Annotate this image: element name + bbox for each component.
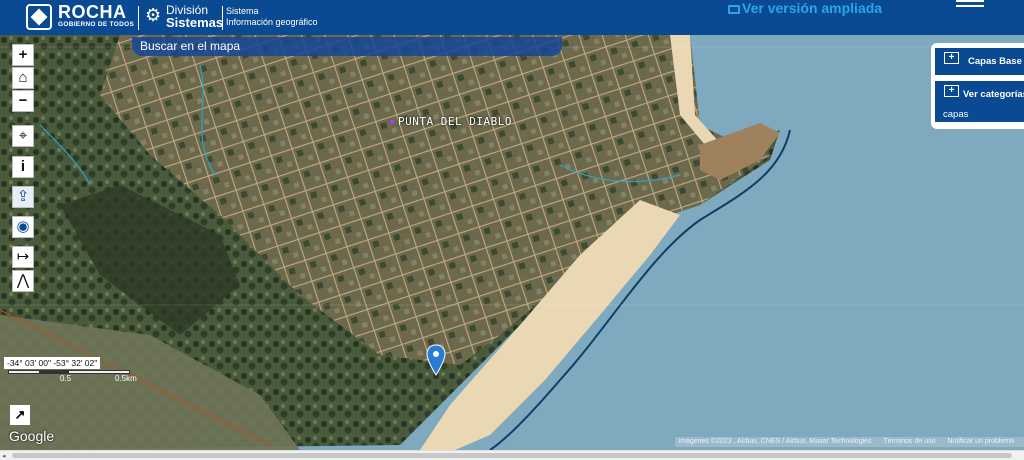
locate-icon[interactable]: ⌖ (12, 125, 34, 147)
map-attribution: Imágenes ©2023 , Airbus, CNES / Airbus, … (675, 437, 1024, 447)
layers-panel: + Capas Base + Ver categorías capas (931, 43, 1024, 129)
compass-icon[interactable]: ⋀ (12, 270, 34, 292)
division-name: Sistemas (166, 15, 224, 30)
street-view-icon[interactable]: ◉ (12, 216, 34, 238)
layer-categories-label-2: capas (943, 109, 969, 120)
brand-subtitle: GOBIERNO DE TODOS (58, 21, 135, 28)
map-search-input[interactable]: Buscar en el mapa (132, 37, 562, 56)
base-layers-button[interactable]: + Capas Base (935, 48, 1024, 75)
home-button[interactable]: ⌂ (12, 67, 34, 89)
layer-categories-button[interactable]: + Ver categorías capas (935, 81, 1024, 122)
folder-plus-icon: + (944, 52, 959, 64)
coordinates-readout: -34° 03' 00" -53° 32' 02" (4, 357, 101, 369)
terms-link[interactable]: Términos de uso (883, 438, 935, 445)
scale-label: 0.5 (60, 374, 72, 383)
satellite-imagery (0, 35, 1024, 450)
gear-icon: ⚙ (145, 5, 162, 25)
base-layers-label: Capas Base (968, 56, 1022, 67)
zoom-in-button[interactable]: + (12, 44, 34, 66)
system-label: Sistema (226, 6, 259, 16)
google-logo: Google (9, 428, 55, 444)
header-divider (138, 6, 139, 30)
info-button[interactable]: i (12, 156, 34, 178)
rocha-logo-icon (26, 4, 52, 30)
upload-icon[interactable]: ⇪ (12, 186, 34, 208)
header-divider (222, 6, 223, 30)
system-name: Información geográfico (226, 17, 318, 27)
wide-view-link[interactable]: Ver versión ampliada (728, 0, 882, 16)
location-pin-icon[interactable] (426, 344, 446, 376)
monitor-icon (728, 5, 740, 14)
imagery-credit: Imágenes ©2023 , Airbus, CNES / Airbus, … (678, 438, 872, 445)
app-header: ROCHA GOBIERNO DE TODOS ⚙ División Siste… (0, 0, 1024, 35)
place-marker-icon (390, 120, 394, 124)
place-label: PUNTA DEL DIABLO (398, 115, 512, 128)
measure-button[interactable]: ↦ (12, 246, 34, 268)
folder-plus-icon: + (944, 85, 959, 97)
scale-label: 0.5km (115, 374, 137, 383)
report-problem-link[interactable]: Notificar un problema (947, 438, 1014, 445)
wide-view-label: Ver versión ampliada (742, 0, 883, 16)
brand-title: ROCHA (58, 2, 127, 22)
scrollbar-thumb[interactable] (12, 453, 1012, 458)
map-view[interactable] (0, 35, 1024, 450)
menu-button[interactable] (956, 0, 984, 10)
zoom-out-button[interactable]: − (12, 90, 34, 112)
expand-icon[interactable]: ↗ (10, 405, 30, 425)
layer-categories-label: Ver categorías (963, 89, 1024, 100)
